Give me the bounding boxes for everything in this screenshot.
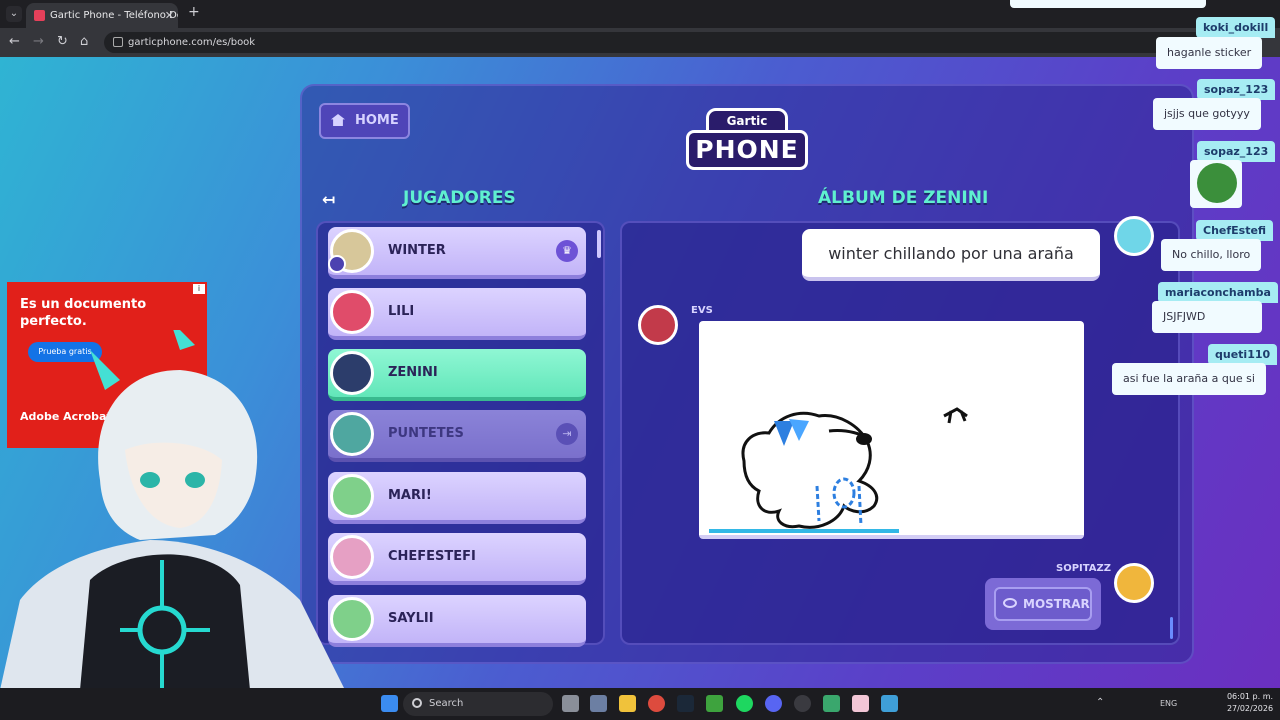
- search-placeholder: Search: [429, 698, 464, 709]
- home-nav-button[interactable]: ⌂: [80, 34, 88, 49]
- ad-headline: Es un documento perfecto.: [20, 297, 147, 329]
- chat-message: jsjjs que gotyyy: [1153, 98, 1261, 130]
- chat-username: ChefEstefi: [1196, 220, 1274, 241]
- steam-icon[interactable]: [677, 695, 694, 712]
- new-tab-button[interactable]: +: [188, 4, 200, 20]
- logo-bottom-text: PHONE: [686, 130, 808, 170]
- avatar: [1114, 216, 1154, 256]
- show-label: MOSTRAR: [1023, 597, 1090, 611]
- disconnected-icon: ⇥: [556, 423, 578, 445]
- player-name: MARI!: [388, 488, 432, 503]
- player-saylii[interactable]: SAYLII: [328, 595, 586, 647]
- app-icon[interactable]: [823, 695, 840, 712]
- url-field[interactable]: garticphone.com/es/book: [104, 32, 1204, 53]
- avatar: [1114, 563, 1154, 603]
- back-button[interactable]: ←: [9, 34, 20, 49]
- taskbar-search[interactable]: Search: [403, 692, 553, 716]
- crown-icon: ♛: [556, 240, 578, 262]
- clock-date: 27/02/2026: [1226, 704, 1274, 713]
- site-info-icon[interactable]: [113, 37, 123, 47]
- vtuber-avatar-image: [0, 330, 345, 690]
- reload-button[interactable]: ↻: [57, 34, 68, 49]
- player-zenini[interactable]: ZENINI: [328, 349, 586, 401]
- home-button[interactable]: HOME: [319, 103, 410, 139]
- player-name: WINTER: [388, 243, 446, 258]
- spotify-icon[interactable]: [736, 695, 753, 712]
- drawing-author: EVS: [691, 305, 713, 316]
- ad-info-icon[interactable]: i: [193, 284, 205, 294]
- host-badge-icon: [328, 255, 346, 273]
- player-name: ZENINI: [388, 365, 438, 380]
- players-scrollbar[interactable]: [597, 230, 601, 258]
- chat-message: haganle sticker: [1156, 37, 1263, 69]
- player-chefestefi[interactable]: CHEFESTEFI: [328, 533, 586, 585]
- drawing-canvas: [699, 321, 1084, 539]
- home-label: HOME: [355, 113, 399, 128]
- app-icon[interactable]: [852, 695, 869, 712]
- chat-username: koki_dokill: [1196, 17, 1276, 38]
- chat-username: sopaz_123: [1197, 141, 1276, 162]
- player-name: CHEFESTEFI: [388, 549, 476, 564]
- avatar: [638, 305, 678, 345]
- chat-username: sopaz_123: [1197, 79, 1276, 100]
- player-name: LILI: [388, 304, 415, 319]
- file-explorer-icon[interactable]: [619, 695, 636, 712]
- clock-time: 06:01 p. m.: [1226, 692, 1274, 701]
- start-icon[interactable]: [381, 695, 398, 712]
- show-button[interactable]: MOSTRAR: [985, 578, 1101, 630]
- settings-icon[interactable]: [590, 695, 607, 712]
- album-scrollbar[interactable]: [1170, 617, 1173, 639]
- close-tab-icon[interactable]: ✕: [165, 3, 174, 28]
- search-icon: [412, 698, 422, 708]
- language-indicator[interactable]: ENG: [1160, 699, 1177, 708]
- gartic-phone-logo: Gartic PHONE: [686, 102, 808, 174]
- text-entry-bubble: winter chillando por una araña: [802, 229, 1100, 281]
- players-heading: JUGADORES: [403, 188, 516, 208]
- player-lili[interactable]: LILI: [328, 288, 586, 340]
- player-winter[interactable]: WINTER ♛: [328, 227, 586, 279]
- album-heading: ÁLBUM DE ZENINI: [818, 188, 989, 208]
- tab-list-icon[interactable]: ⌄: [6, 6, 22, 22]
- task-view-icon[interactable]: [562, 695, 579, 712]
- chrome-icon[interactable]: [648, 695, 665, 712]
- taskbar-clock[interactable]: 06:01 p. m. 27/02/2026: [1224, 691, 1276, 715]
- exit-room-icon[interactable]: ↤: [322, 190, 335, 209]
- forward-button[interactable]: →: [33, 34, 44, 49]
- next-author: SOPITAZZ: [1056, 563, 1112, 574]
- tab-title: Gartic Phone - Teléfono Descon: [50, 10, 178, 21]
- player-puntetes[interactable]: PUNTETES ⇥: [328, 410, 586, 462]
- chat-message: JSJFJWD: [1152, 301, 1262, 333]
- chat-username: mariaconchamba: [1158, 282, 1278, 303]
- drawing-image: [709, 407, 968, 533]
- player-name: SAYLII: [388, 611, 434, 626]
- obs-icon[interactable]: [794, 695, 811, 712]
- browser-tab[interactable]: Gartic Phone - Teléfono Descon ✕: [26, 3, 178, 28]
- chat-message: asi fue la araña a que si: [1112, 363, 1266, 395]
- pepe-sticker-icon: [1197, 163, 1237, 203]
- home-icon: [331, 114, 345, 126]
- avatar: [330, 290, 374, 334]
- discord-icon[interactable]: [765, 695, 782, 712]
- app-icon[interactable]: [881, 695, 898, 712]
- windows-taskbar: [0, 688, 1280, 720]
- gartic-favicon-icon: [34, 10, 45, 21]
- chat-username: queti110: [1208, 344, 1278, 365]
- eye-icon: [1003, 598, 1017, 608]
- player-name: PUNTETES: [388, 426, 464, 441]
- minecraft-icon[interactable]: [706, 695, 723, 712]
- chat-top-strip: [1010, 0, 1206, 8]
- tray-chevron-icon[interactable]: ⌃: [1096, 697, 1104, 708]
- player-mari[interactable]: MARI!: [328, 472, 586, 524]
- chat-message: No chillo, lloro: [1161, 239, 1262, 271]
- url-text: garticphone.com/es/book: [128, 37, 256, 48]
